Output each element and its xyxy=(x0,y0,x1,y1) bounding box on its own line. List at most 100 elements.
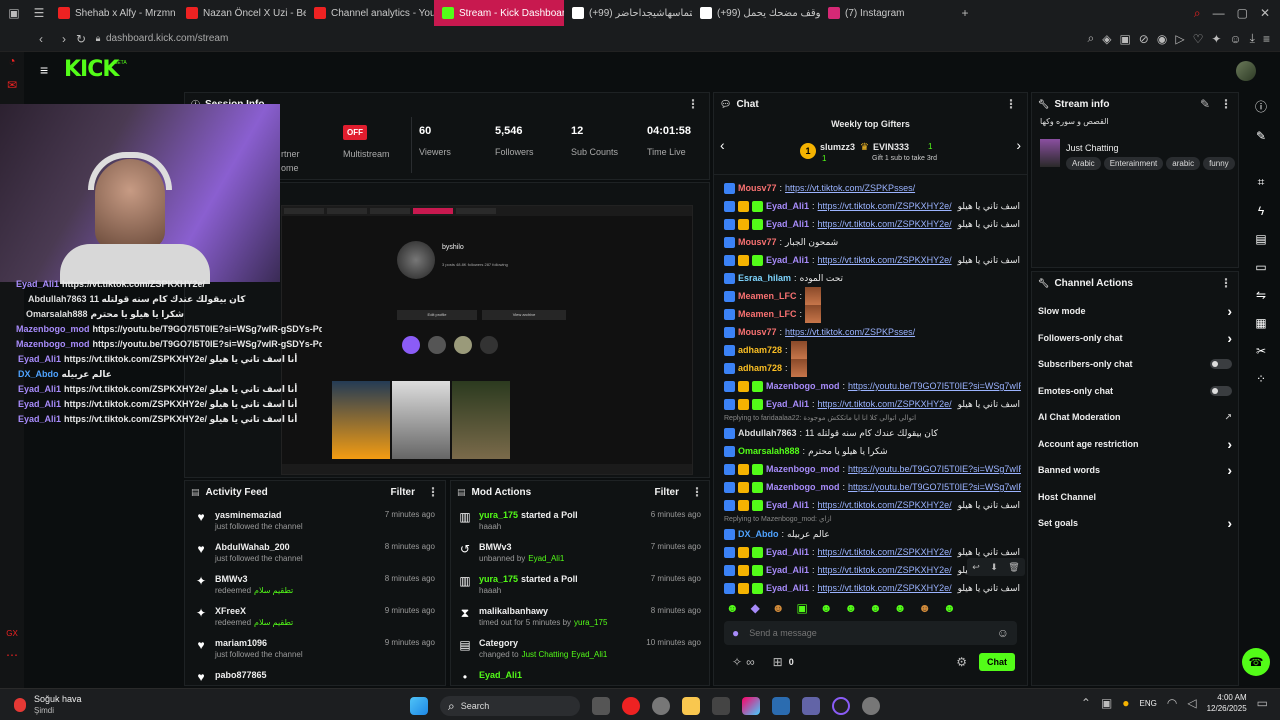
mod-target[interactable]: yura_175 xyxy=(479,574,518,584)
mod-more-icon[interactable]: ⋮ xyxy=(691,485,703,499)
stream-tag[interactable]: Arabic xyxy=(1066,157,1101,170)
chat-text[interactable]: https://vt.tiktok.com/ZSPKXHY2e/ xyxy=(818,496,952,514)
channel-action-toggle[interactable] xyxy=(1210,359,1232,370)
task-view-icon[interactable] xyxy=(592,697,610,715)
chat-username[interactable]: Abdullah7863 xyxy=(738,424,797,442)
forward-icon[interactable]: › xyxy=(56,32,72,46)
chat-username[interactable]: Mazenbogo_mod xyxy=(766,460,840,478)
search-tabs-icon[interactable]: ⌕ xyxy=(1194,6,1201,21)
channel-action-toggle[interactable] xyxy=(1210,385,1232,396)
back-icon[interactable]: ‹ xyxy=(26,32,56,46)
chat-username[interactable]: Eyad_Ali1 xyxy=(766,197,809,215)
language-indicator[interactable]: ENG xyxy=(1140,699,1157,708)
channel-action-item[interactable]: Emotes-only chat xyxy=(1032,378,1238,405)
mod-filter-button[interactable]: Filter xyxy=(655,487,679,498)
emote-2-icon[interactable]: ◆ xyxy=(751,601,760,615)
file-explorer-icon[interactable] xyxy=(682,697,700,715)
chat-username[interactable]: Eyad_Ali1 xyxy=(766,215,809,233)
reload-icon[interactable]: ↻ xyxy=(72,32,90,46)
new-tab-icon[interactable]: + xyxy=(952,6,978,20)
emote-6-icon[interactable]: ☻ xyxy=(845,601,858,615)
hamburger-icon[interactable]: ≡ xyxy=(40,62,48,78)
activity-user[interactable]: AbdulWahab_200 xyxy=(215,542,303,552)
copilot-icon[interactable] xyxy=(742,697,760,715)
channel-action-item[interactable]: Set goals › xyxy=(1032,510,1238,537)
browser-tab[interactable]: (7) Instagram xyxy=(820,0,948,26)
rail-edit-icon[interactable]: ✎ xyxy=(1256,129,1266,143)
chevron-right-icon[interactable]: › xyxy=(1227,303,1232,319)
emote-8-icon[interactable]: ☻ xyxy=(894,601,907,615)
activity-user[interactable]: mariam1096 xyxy=(215,638,303,648)
clock-time[interactable]: 4:00 AM xyxy=(1207,693,1246,702)
sidebar-gx-icon[interactable]: GX xyxy=(6,629,18,638)
taskbar-search[interactable]: ⌕ Search xyxy=(440,696,580,716)
chat-text[interactable]: https://vt.tiktok.com/ZSPKXHY2e/ xyxy=(818,543,952,561)
weather-icon[interactable] xyxy=(14,698,26,712)
tab-list-icon[interactable]: ☰ xyxy=(28,6,50,20)
weather-title[interactable]: Soğuk hava xyxy=(34,694,82,704)
chat-input[interactable] xyxy=(749,628,997,638)
points-icon[interactable]: ✧ xyxy=(732,655,742,669)
activity-user[interactable]: pabo877865 xyxy=(215,670,267,680)
external-link-icon[interactable]: ↗ xyxy=(1224,412,1232,423)
channel-action-item[interactable]: Account age restriction › xyxy=(1032,431,1238,458)
chat-username[interactable]: Eyad_Ali1 xyxy=(766,543,809,561)
chat-username[interactable]: Meamen_LFC xyxy=(738,287,797,305)
download-icon[interactable]: ⤓ xyxy=(1250,31,1255,46)
windows-start-icon[interactable] xyxy=(410,697,428,715)
rail-tools-icon[interactable]: ✂ xyxy=(1256,344,1266,358)
bookmark-icon[interactable]: ◈ xyxy=(1102,31,1111,46)
rail-bolt-icon[interactable]: ϟ xyxy=(1258,204,1264,218)
minimize-icon[interactable]: — xyxy=(1213,6,1225,21)
stream-tag[interactable]: arabic xyxy=(1166,157,1201,170)
rail-info-icon[interactable]: ⓘ xyxy=(1255,98,1267,115)
chat-username[interactable]: adham728 xyxy=(738,359,782,377)
url-text[interactable]: dashboard.kick.com/stream xyxy=(106,33,228,44)
settings-app-icon[interactable] xyxy=(862,697,880,715)
emote-3-icon[interactable]: ☻ xyxy=(772,601,785,615)
activity-more-icon[interactable]: ⋮ xyxy=(427,485,439,499)
emote-9-icon[interactable]: ☻ xyxy=(918,601,931,615)
chat-username[interactable]: Eyad_Ali1 xyxy=(766,496,809,514)
emote-4-icon[interactable]: ▣ xyxy=(797,601,808,615)
chat-username[interactable]: Omarsalah888 xyxy=(738,442,800,460)
zoom-icon[interactable]: ⌕ xyxy=(1087,31,1094,46)
chat-username[interactable]: Eyad_Ali1 xyxy=(766,579,809,597)
gift-sub-cta[interactable]: Gift 1 sub to take 3rd xyxy=(872,155,937,162)
menu-icon[interactable]: ≡ xyxy=(1263,31,1270,46)
rail-layout-icon[interactable]: ▦ xyxy=(1255,316,1266,330)
rail-link-icon[interactable]: ⇋ xyxy=(1256,288,1266,302)
mod-target[interactable]: Eyad_Ali1 xyxy=(479,670,522,680)
obs-icon[interactable] xyxy=(832,697,850,715)
emote-1-icon[interactable]: ☻ xyxy=(726,601,739,615)
chat-username[interactable]: Mousv77 xyxy=(738,323,777,341)
gifters-prev-icon[interactable]: ‹ xyxy=(720,137,725,153)
chat-username[interactable]: DX_Abdo xyxy=(738,525,779,543)
chat-username[interactable]: Eyad_Ali1 xyxy=(766,395,809,413)
rail-crop-icon[interactable]: ⌗ xyxy=(1258,175,1265,190)
chat-username[interactable]: Esraa_hilam xyxy=(738,269,791,287)
mod-category[interactable]: Just Chatting xyxy=(522,650,569,659)
emote-5-icon[interactable]: ☻ xyxy=(820,601,833,615)
ms-store-icon[interactable] xyxy=(772,697,790,715)
gifters-next-icon[interactable]: › xyxy=(1016,137,1021,153)
edit-stream-icon[interactable]: ✎ xyxy=(1200,97,1210,111)
session-more-icon[interactable]: ⋮ xyxy=(687,97,709,111)
browser-tab[interactable]: Channel analytics - YouT xyxy=(306,0,434,26)
reply-icon[interactable]: ↩ xyxy=(972,562,980,573)
channel-action-item[interactable]: Banned words › xyxy=(1032,457,1238,484)
sidebar-messenger-icon[interactable]: ✉ xyxy=(7,78,17,92)
wifi-icon[interactable]: ◠ xyxy=(1167,696,1177,710)
channel-actions-more-icon[interactable]: ⋮ xyxy=(1220,276,1232,290)
tray-overflow-icon[interactable]: ⌃ xyxy=(1081,696,1091,710)
activity-user[interactable]: yasminemaziad xyxy=(215,510,303,520)
browser-tab[interactable]: (+99) موقف مضحك يحمل xyxy=(692,0,820,26)
chat-text[interactable]: https://vt.tiktok.com/ZSPKXHY2e/ xyxy=(818,197,952,215)
chevron-right-icon[interactable]: › xyxy=(1227,462,1232,478)
rail-dots-icon[interactable]: ⁘ xyxy=(1256,372,1266,386)
extensions-icon[interactable]: ✦ xyxy=(1211,31,1221,46)
sidebar-more-icon[interactable]: ⋯ xyxy=(6,648,18,662)
browser-tab[interactable]: Nazan Öncel X Uzi - Ben xyxy=(178,0,306,26)
volume-icon[interactable]: ◁ xyxy=(1187,696,1196,710)
chat-username[interactable]: Meamen_LFC xyxy=(738,305,797,323)
